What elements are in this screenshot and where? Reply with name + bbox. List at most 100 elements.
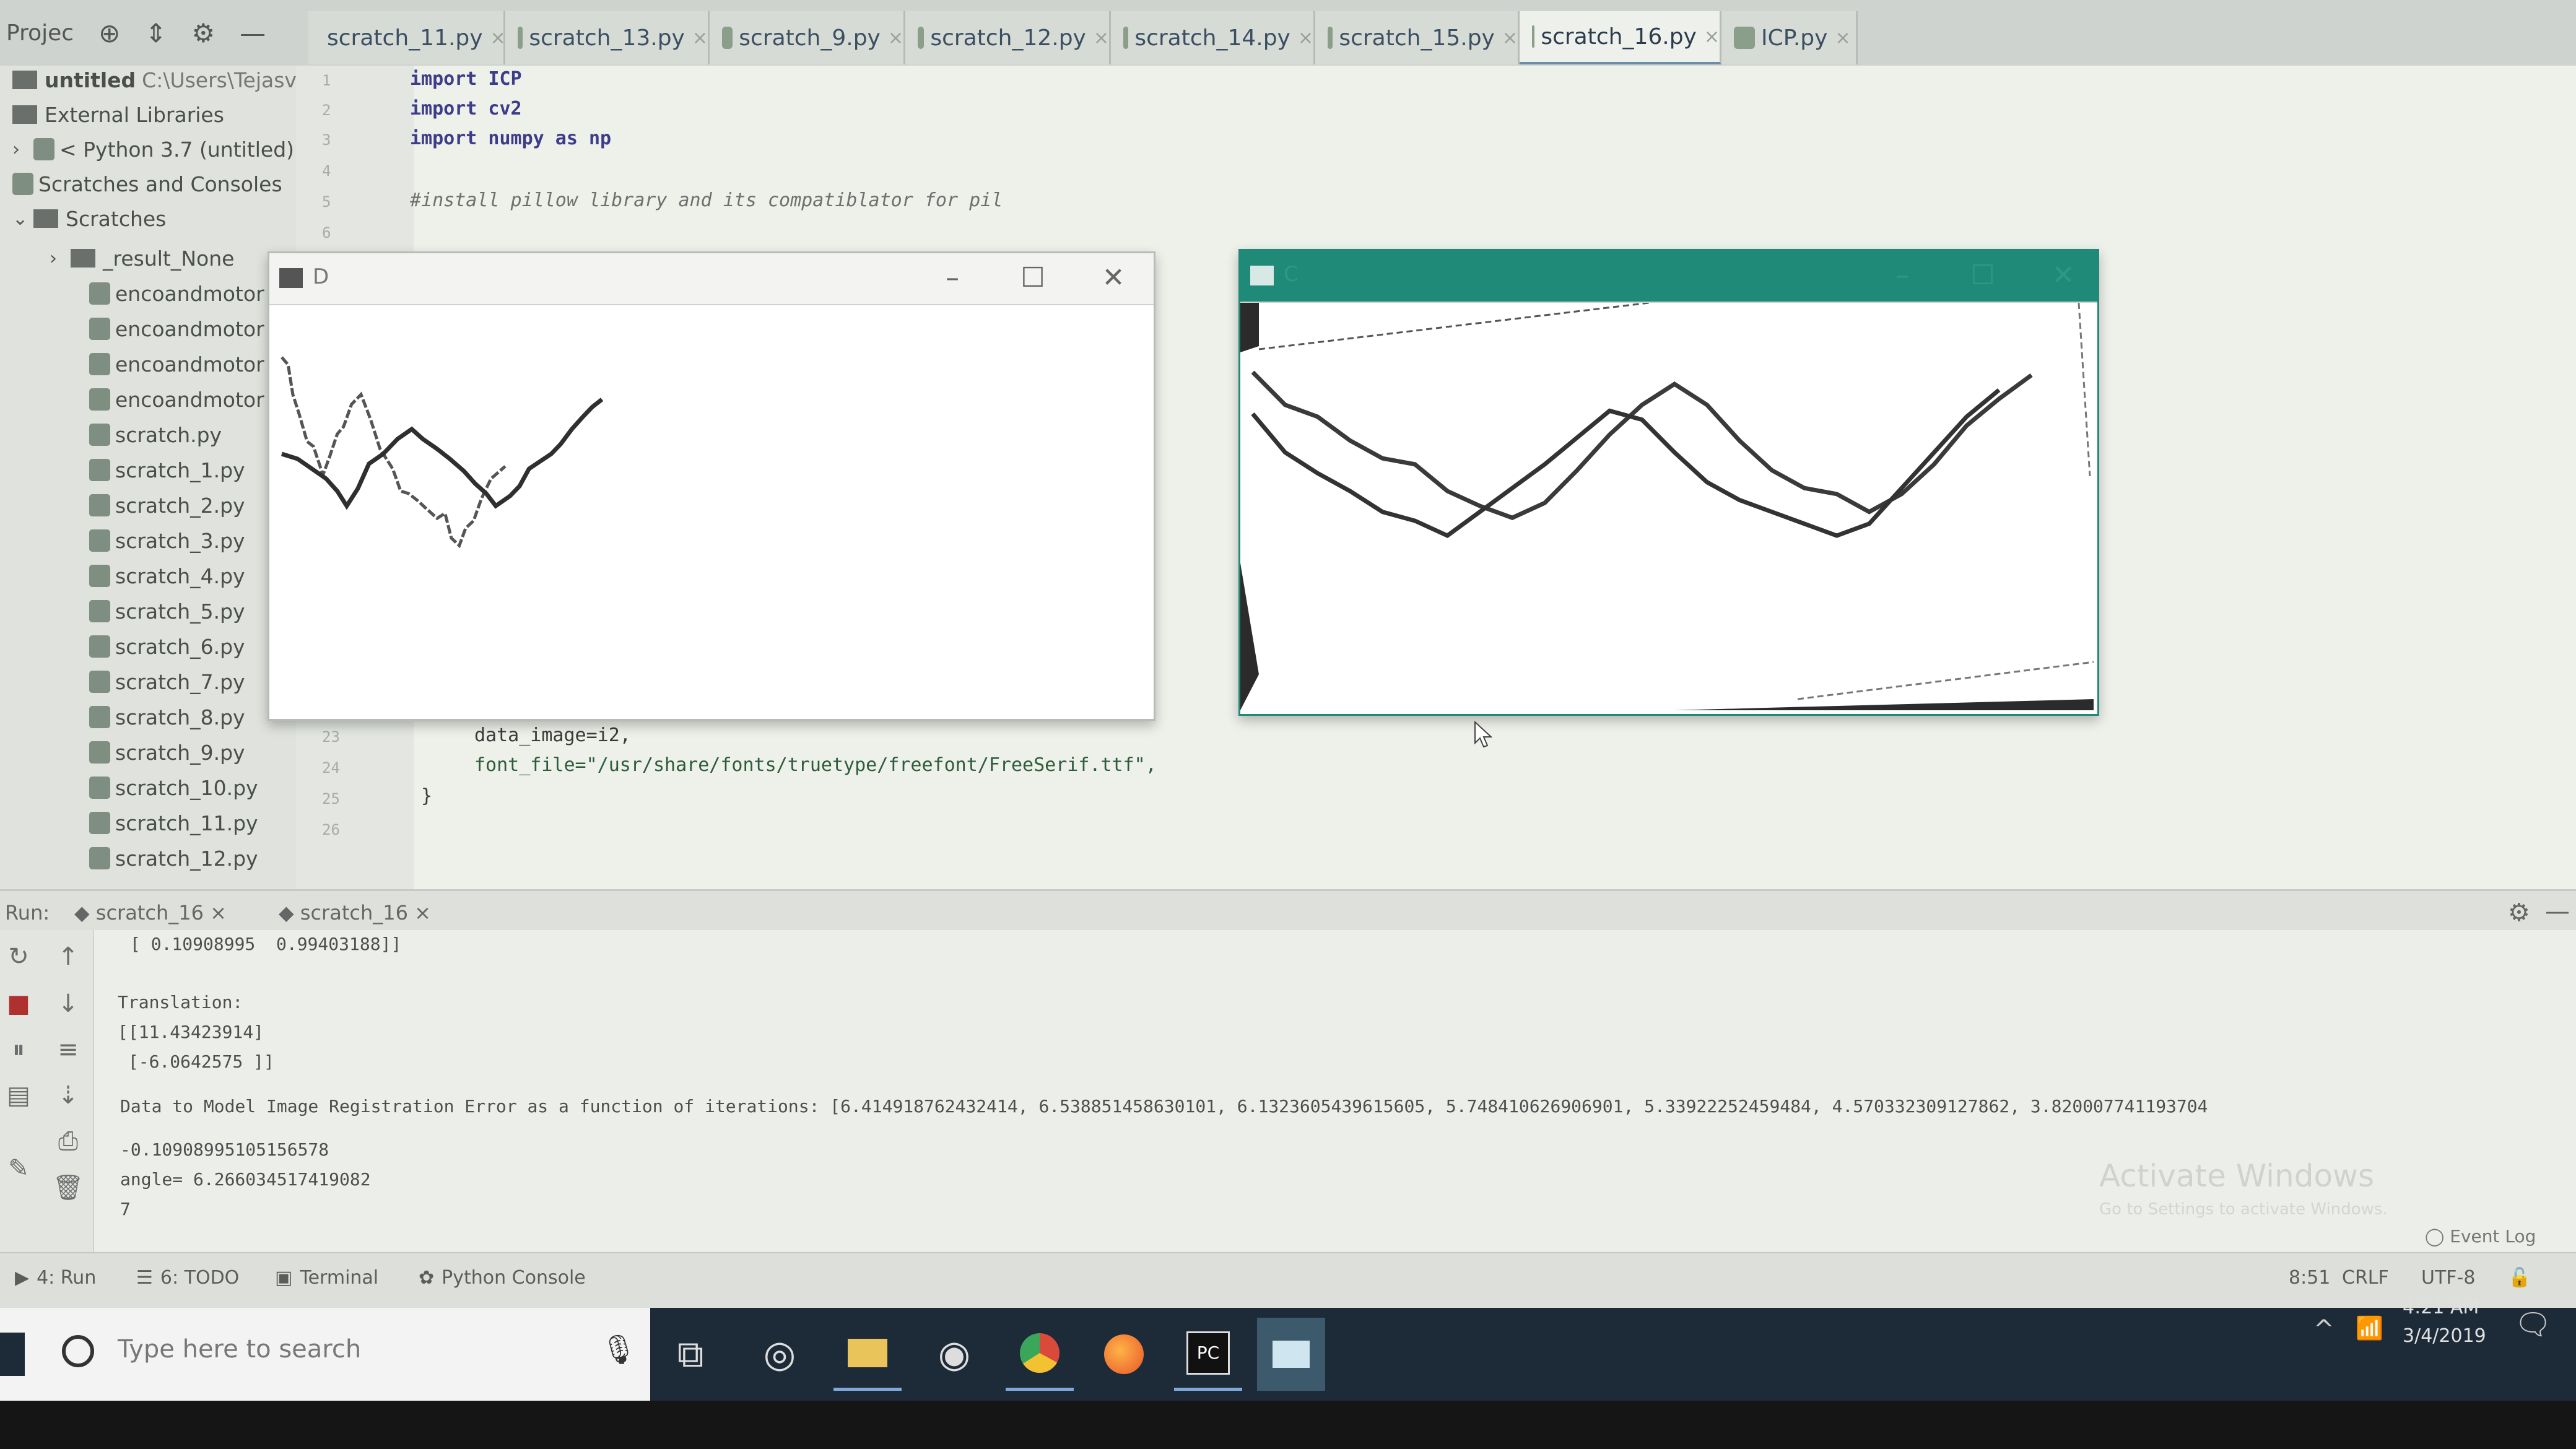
media-player-icon[interactable]: ◉: [920, 1318, 988, 1391]
hide-icon[interactable]: —: [240, 18, 266, 48]
code-line[interactable]: data_image=i2,: [474, 724, 631, 746]
tab-scratch-16[interactable]: scratch_16.py ×: [1520, 11, 1721, 64]
maximize-icon[interactable]: ☐: [1961, 258, 2004, 293]
terminal-tool-button[interactable]: ▣ Terminal: [275, 1267, 378, 1289]
tree-file-item[interactable]: scratch_3.py: [89, 525, 245, 556]
notifications-icon[interactable]: 🗨: [2514, 1307, 2552, 1342]
gear-icon[interactable]: ⚙: [191, 18, 215, 48]
code-line[interactable]: import numpy as np: [410, 128, 611, 149]
tab-scratch-13[interactable]: scratch_13.py ×: [505, 11, 710, 64]
code-line[interactable]: import cv2: [410, 98, 522, 120]
todo-tool-button[interactable]: ☰ 6: TODO: [136, 1267, 239, 1289]
tree-file-item[interactable]: scratch_10.py: [89, 772, 258, 803]
microphone-icon[interactable]: 🎙: [601, 1333, 637, 1367]
clock-date[interactable]: 3/4/2019: [2403, 1325, 2486, 1347]
caret-position[interactable]: 8:51: [2289, 1267, 2330, 1289]
globe-settings-icon[interactable]: ⊕: [98, 18, 120, 48]
tree-file-item[interactable]: scratch_5.py: [89, 596, 245, 627]
tree-scratches-consoles[interactable]: Scratches and Consoles: [12, 168, 282, 199]
tab-scratch-9[interactable]: scratch_9.py ×: [710, 11, 905, 64]
close-icon[interactable]: ×: [1094, 27, 1109, 49]
tab-scratch-15[interactable]: scratch_15.py ×: [1315, 11, 1520, 64]
tree-file-item[interactable]: scratch_2.py: [89, 490, 245, 521]
code-line[interactable]: }: [421, 785, 432, 807]
project-label[interactable]: Projec: [6, 20, 74, 46]
file-explorer-icon[interactable]: [833, 1318, 902, 1391]
taskbar-search-box[interactable]: Type here to search 🎙: [0, 1308, 650, 1401]
soft-wrap-icon[interactable]: ≡: [50, 1035, 87, 1064]
tree-file-item[interactable]: scratch.py: [89, 419, 222, 450]
close-icon[interactable]: ×: [1298, 27, 1313, 49]
window-titlebar[interactable]: D – ☐ ✕: [269, 253, 1154, 305]
code-line[interactable]: import ICP: [410, 68, 522, 90]
hide-icon[interactable]: —: [2545, 897, 2570, 926]
tree-python-sdk[interactable]: › < Python 3.7 (untitled): [12, 134, 294, 165]
pause-icon[interactable]: ⏸: [0, 1035, 37, 1064]
lock-icon[interactable]: 🔓: [2508, 1267, 2531, 1289]
tree-file-item[interactable]: scratch_9.py: [89, 737, 245, 768]
tree-file-item[interactable]: scratch_12.py: [89, 843, 258, 874]
code-line[interactable]: font_file="/usr/share/fonts/truetype/fre…: [474, 754, 1157, 776]
scroll-end-icon[interactable]: ⇣: [50, 1081, 87, 1110]
up-arrow-icon[interactable]: ↑: [50, 942, 87, 971]
close-icon[interactable]: ×: [692, 27, 708, 49]
stop-icon[interactable]: ■: [0, 990, 37, 1018]
tree-file-item[interactable]: scratch_1.py: [89, 455, 245, 485]
close-icon[interactable]: ×: [1835, 27, 1850, 49]
rerun-icon[interactable]: ↻: [0, 942, 37, 971]
tree-root[interactable]: untitled C:\Users\Tejasva\: [12, 64, 316, 95]
tree-file-item[interactable]: encoandmotor: [89, 349, 264, 380]
start-button-icon[interactable]: [0, 1333, 25, 1376]
close-icon[interactable]: ×: [1502, 27, 1518, 49]
line-separator[interactable]: CRLF: [2342, 1267, 2389, 1289]
tree-file-item[interactable]: › _result_None: [50, 243, 234, 274]
active-window-app-icon[interactable]: [1257, 1318, 1325, 1391]
tree-file-item[interactable]: scratch_6.py: [89, 631, 245, 662]
chevron-right-icon[interactable]: ›: [50, 248, 71, 269]
tree-external-libraries[interactable]: External Libraries: [12, 99, 224, 130]
tree-file-item[interactable]: encoandmotor: [89, 384, 264, 415]
chevron-down-icon[interactable]: ⌄: [12, 208, 33, 230]
tree-file-item[interactable]: scratch_7.py: [89, 666, 245, 697]
down-arrow-icon[interactable]: ↓: [50, 990, 87, 1018]
chevron-right-icon[interactable]: ›: [12, 139, 33, 160]
network-icon[interactable]: 📶: [2356, 1315, 2383, 1341]
python-console-button[interactable]: ✿ Python Console: [419, 1267, 586, 1289]
close-icon[interactable]: ×: [1704, 26, 1720, 48]
print-icon[interactable]: ⎙: [50, 1127, 87, 1155]
trash-icon[interactable]: 🗑: [50, 1173, 87, 1202]
file-encoding[interactable]: UTF-8: [2421, 1267, 2475, 1289]
collapse-icon[interactable]: ⇕: [145, 18, 167, 48]
clock-time[interactable]: 4:21 AM: [2403, 1297, 2479, 1318]
plot-window-d[interactable]: D – ☐ ✕: [268, 251, 1155, 721]
tree-file-item[interactable]: encoandmotor: [89, 313, 264, 344]
code-line-comment[interactable]: #install pillow library and its compatib…: [410, 189, 1003, 211]
gear-icon[interactable]: ⚙: [2508, 899, 2530, 927]
chevron-up-icon[interactable]: ^: [2313, 1315, 2334, 1344]
close-icon[interactable]: ✕: [1092, 261, 1135, 295]
layout-icon[interactable]: ▤: [0, 1081, 37, 1110]
minimize-icon[interactable]: –: [931, 261, 974, 295]
pycharm-icon[interactable]: PC: [1174, 1318, 1242, 1391]
maximize-icon[interactable]: ☐: [1011, 261, 1055, 295]
app-icon-1[interactable]: ◎: [746, 1318, 814, 1391]
run-tab-1[interactable]: ◆ scratch_16 ×: [74, 901, 227, 925]
tab-scratch-12[interactable]: scratch_12.py ×: [905, 11, 1111, 64]
minimize-icon[interactable]: –: [1881, 258, 1924, 293]
task-view-icon[interactable]: ⧉: [656, 1318, 724, 1391]
close-icon[interactable]: ×: [490, 27, 506, 49]
window-titlebar[interactable]: C – ☐ ✕: [1240, 251, 2097, 303]
tree-file-item[interactable]: encoandmotor: [89, 278, 264, 309]
tab-scratch-11[interactable]: scratch_11.py ×: [308, 11, 506, 64]
close-icon[interactable]: ✕: [2042, 258, 2085, 293]
tab-scratch-14[interactable]: scratch_14.py ×: [1111, 11, 1315, 64]
firefox-icon[interactable]: [1090, 1318, 1158, 1391]
plot-window-c[interactable]: C – ☐ ✕: [1238, 249, 2099, 716]
tree-file-item[interactable]: scratch_11.py: [89, 807, 258, 838]
run-tab-2[interactable]: ◆ scratch_16 ×: [279, 901, 431, 925]
tree-file-item[interactable]: scratch_4.py: [89, 560, 245, 591]
event-log-button[interactable]: ◯ Event Log: [2425, 1226, 2536, 1247]
tree-file-item[interactable]: scratch_8.py: [89, 702, 245, 733]
pin-icon[interactable]: ✎: [0, 1154, 37, 1183]
tree-scratches[interactable]: ⌄ Scratches: [12, 203, 166, 234]
